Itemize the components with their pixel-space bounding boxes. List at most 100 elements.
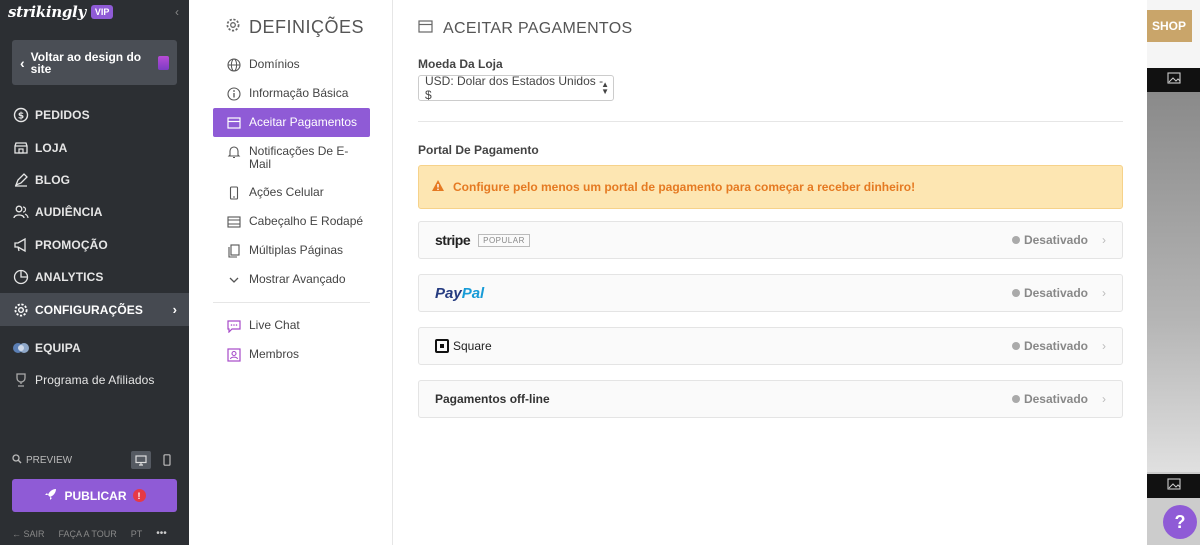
- settings-item-live-chat[interactable]: Live Chat: [213, 311, 370, 340]
- member-icon: [227, 348, 241, 362]
- settings-item-label: Mostrar Avançado: [249, 272, 346, 286]
- sidebar-item-label: Programa de Afiliados: [35, 373, 155, 388]
- publish-label: PUBLICAR: [64, 488, 127, 503]
- settings-item-cabecalho-rodape[interactable]: Cabeçalho E Rodapé: [213, 207, 370, 236]
- rocket-icon: [44, 488, 57, 504]
- sidebar-item-analytics[interactable]: ANALYTICS: [0, 261, 189, 293]
- payments-title: ACEITAR PAGAMENTOS: [418, 20, 632, 38]
- search-icon: [12, 453, 22, 467]
- settings-subnav: DEFINIÇÕES Domínios Informação Básica Ac…: [189, 0, 393, 545]
- section-divider: [418, 121, 1123, 122]
- exit-label: SAIR: [23, 528, 45, 539]
- back-to-design-button[interactable]: ‹ Voltar ao design do site: [12, 40, 177, 85]
- select-arrows-icon: ▲ ▼: [601, 80, 609, 96]
- pages-icon: [227, 244, 241, 258]
- svg-text:$: $: [18, 112, 24, 122]
- settings-item-membros[interactable]: Membros: [213, 340, 370, 369]
- tour-link[interactable]: FAÇA A TOUR: [59, 529, 117, 539]
- settings-item-multiplas-paginas[interactable]: Múltiplas Páginas: [213, 236, 370, 265]
- payment-icon: [227, 116, 241, 130]
- sidebar-item-equipa[interactable]: EQUIPA: [0, 332, 189, 364]
- store-icon: [12, 139, 30, 157]
- preview-row: PREVIEW: [12, 451, 177, 469]
- preview-image: [1147, 92, 1200, 472]
- warning-icon: [431, 179, 445, 195]
- publish-button[interactable]: PUBLICAR !: [12, 479, 177, 512]
- status-label: Desativado: [1023, 233, 1088, 247]
- preview-toolbar: [1147, 474, 1200, 498]
- language-link[interactable]: PT: [131, 529, 143, 539]
- collapse-sidebar-icon[interactable]: ‹: [175, 5, 179, 19]
- chevron-right-icon: ›: [1102, 286, 1106, 300]
- gateway-offline[interactable]: Pagamentos off-line Desativado ›: [418, 380, 1123, 418]
- sidebar-item-afiliados[interactable]: Programa de Afiliados: [0, 364, 189, 396]
- settings-item-label: Cabeçalho E Rodapé: [249, 214, 364, 228]
- settings-item-label: Aceitar Pagamentos: [249, 115, 358, 129]
- sidebar-item-pedidos[interactable]: $ PEDIDOS: [0, 99, 189, 131]
- preview-toolbar: [1147, 68, 1200, 92]
- gateway-stripe[interactable]: stripe POPULAR Desativado ›: [418, 221, 1123, 259]
- gateway-status: Desativado: [1011, 339, 1088, 353]
- sidebar-item-audiencia[interactable]: AUDIÊNCIA: [0, 196, 189, 228]
- currency-select[interactable]: USD: Dolar dos Estados Unidos - $ ▲ ▼: [418, 74, 614, 102]
- settings-item-label: Live Chat: [249, 318, 300, 332]
- settings-item-aceitar-pagamentos[interactable]: Aceitar Pagamentos: [213, 108, 370, 137]
- sidebar-item-label: AUDIÊNCIA: [35, 205, 103, 220]
- sidebar-item-label: PEDIDOS: [35, 108, 90, 123]
- image-icon[interactable]: [1166, 477, 1181, 495]
- globe-icon: [227, 58, 241, 72]
- gateway-status: Desativado: [1011, 233, 1088, 247]
- gateway-paypal[interactable]: PayPal Desativado ›: [418, 274, 1123, 312]
- settings-item-mostrar-avancado[interactable]: Mostrar Avançado: [213, 265, 370, 294]
- settings-panel: DEFINIÇÕES Domínios Informação Básica Ac…: [189, 0, 1147, 545]
- sidebar-item-loja[interactable]: LOJA: [0, 131, 189, 163]
- team-icon: [12, 339, 30, 357]
- settings-menu: Domínios Informação Básica Aceitar Pagam…: [213, 50, 370, 369]
- settings-item-notificacoes[interactable]: Notificações De E-Mail: [213, 137, 370, 178]
- sidebar-item-blog[interactable]: BLOG: [0, 164, 189, 196]
- square-label: Square: [453, 339, 492, 353]
- dollar-icon: $: [12, 106, 30, 124]
- payments-title-label: ACEITAR PAGAMENTOS: [443, 20, 633, 37]
- gear-icon: [225, 17, 241, 38]
- sidebar-item-promocao[interactable]: PROMOÇÃO: [0, 229, 189, 261]
- status-dot: [1011, 395, 1020, 403]
- bell-icon: [227, 145, 241, 159]
- brand: strikingly VIP: [8, 2, 114, 22]
- pie-chart-icon: [12, 268, 30, 286]
- currency-value: USD: Dolar dos Estados Unidos - $: [425, 74, 604, 102]
- vip-badge: VIP: [90, 5, 114, 19]
- settings-item-label: Membros: [249, 347, 300, 361]
- gateway-status: Desativado: [1011, 286, 1088, 300]
- help-button[interactable]: ?: [1163, 505, 1197, 539]
- gateway-square[interactable]: Square Desativado ›: [418, 327, 1123, 365]
- settings-item-label: Múltiplas Páginas: [249, 243, 344, 257]
- paint-icon: [158, 55, 169, 70]
- trophy-icon: [12, 371, 30, 389]
- shop-button[interactable]: SHOP: [1147, 10, 1192, 42]
- sidebar-item-configuracoes[interactable]: CONFIGURAÇÕES ›: [0, 293, 189, 326]
- settings-item-dominios[interactable]: Domínios: [213, 50, 370, 79]
- more-options-icon[interactable]: •••: [156, 528, 167, 539]
- mobile-preview-button[interactable]: [157, 451, 177, 469]
- settings-title: DEFINIÇÕES: [225, 17, 364, 38]
- megaphone-icon: [12, 236, 30, 254]
- desktop-preview-button[interactable]: [131, 451, 151, 469]
- sidebar-item-label: ANALYTICS: [35, 270, 104, 285]
- exit-link[interactable]: ← SAIR: [12, 529, 45, 539]
- sidebar-item-label: PROMOÇÃO: [35, 237, 108, 252]
- settings-item-acoes-celular[interactable]: Ações Celular: [213, 178, 370, 207]
- settings-item-label: Notificações De E-Mail: [249, 144, 349, 171]
- sidebar-nav: $ PEDIDOS LOJA BLOG AUDIÊNCIA PROMOÇÃO A…: [0, 99, 189, 397]
- settings-divider: [213, 302, 370, 303]
- status-dot: [1011, 289, 1020, 297]
- settings-item-informacao-basica[interactable]: Informação Básica: [213, 79, 370, 108]
- sidebar-footer: ← SAIR FAÇA A TOUR PT •••: [12, 528, 182, 539]
- sidebar-item-label: EQUIPA: [35, 340, 81, 355]
- image-icon[interactable]: [1166, 71, 1181, 89]
- strikingly-logo: strikingly: [8, 3, 86, 21]
- payment-icon: [418, 20, 433, 38]
- settings-item-label: Ações Celular: [249, 185, 324, 199]
- offline-label: Pagamentos off-line: [435, 392, 550, 406]
- warning-text: Configure pelo menos um portal de pagame…: [453, 180, 916, 194]
